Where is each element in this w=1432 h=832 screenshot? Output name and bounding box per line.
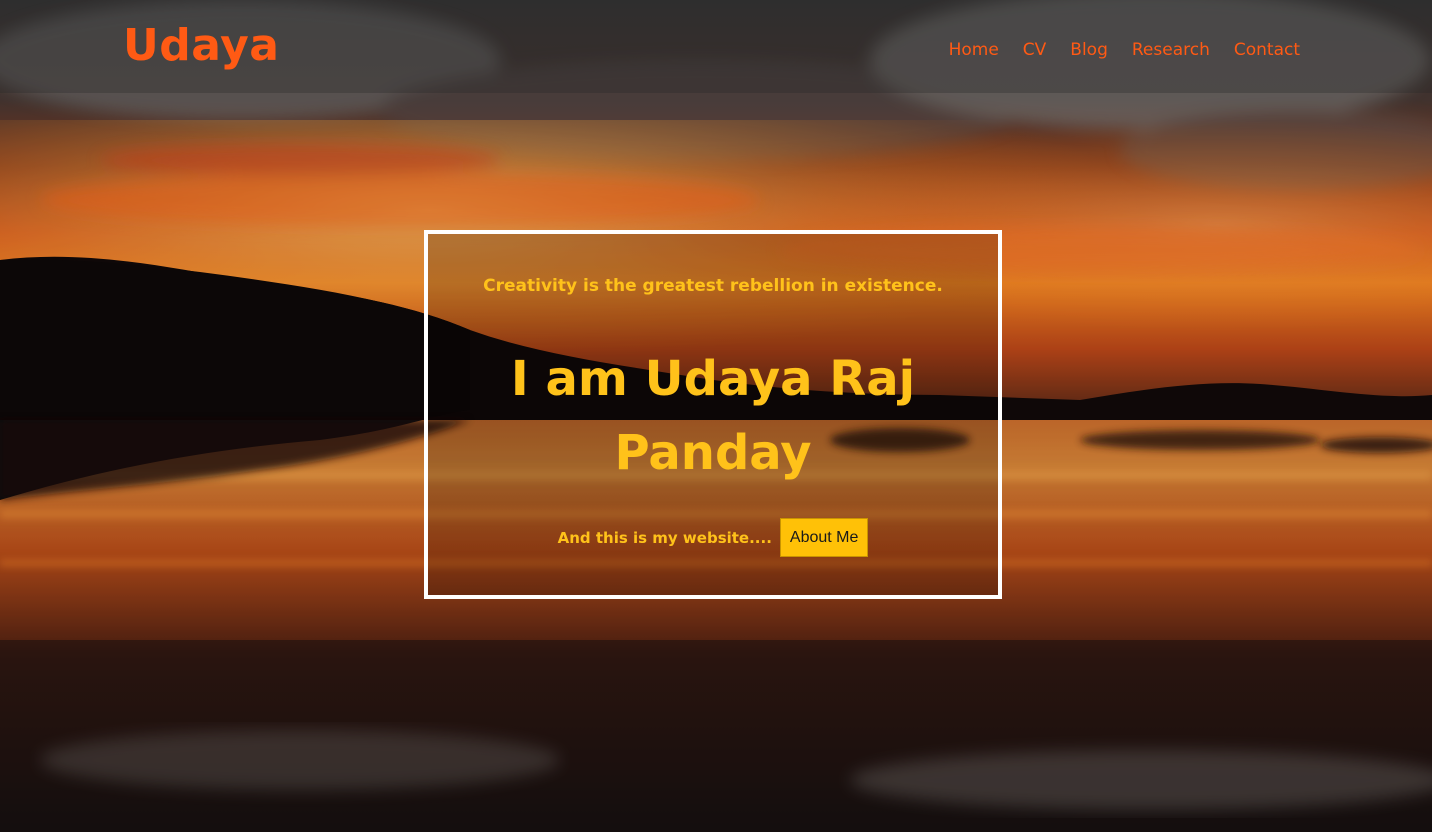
nav-link-home[interactable]: Home: [949, 38, 999, 62]
hero-subtext: And this is my website....: [557, 528, 772, 547]
hero-sub-row: And this is my website.... About Me: [428, 518, 998, 557]
nav-link-research[interactable]: Research: [1132, 38, 1210, 62]
nav-link-cv[interactable]: CV: [1023, 38, 1047, 62]
nav-link-contact[interactable]: Contact: [1234, 38, 1300, 62]
page: Udaya Home CV Blog Research Contact Crea…: [0, 0, 1432, 832]
site-logo[interactable]: Udaya: [123, 18, 279, 74]
hero-box: Creativity is the greatest rebellion in …: [424, 230, 1002, 599]
hero-headline: I am Udaya Raj Panday: [510, 351, 916, 481]
hero-tagline: Creativity is the greatest rebellion in …: [483, 276, 943, 296]
site-header: Udaya Home CV Blog Research Contact: [0, 0, 1432, 93]
main-nav: Home CV Blog Research Contact: [949, 38, 1300, 62]
about-me-button[interactable]: About Me: [779, 518, 869, 557]
nav-link-blog[interactable]: Blog: [1070, 38, 1108, 62]
